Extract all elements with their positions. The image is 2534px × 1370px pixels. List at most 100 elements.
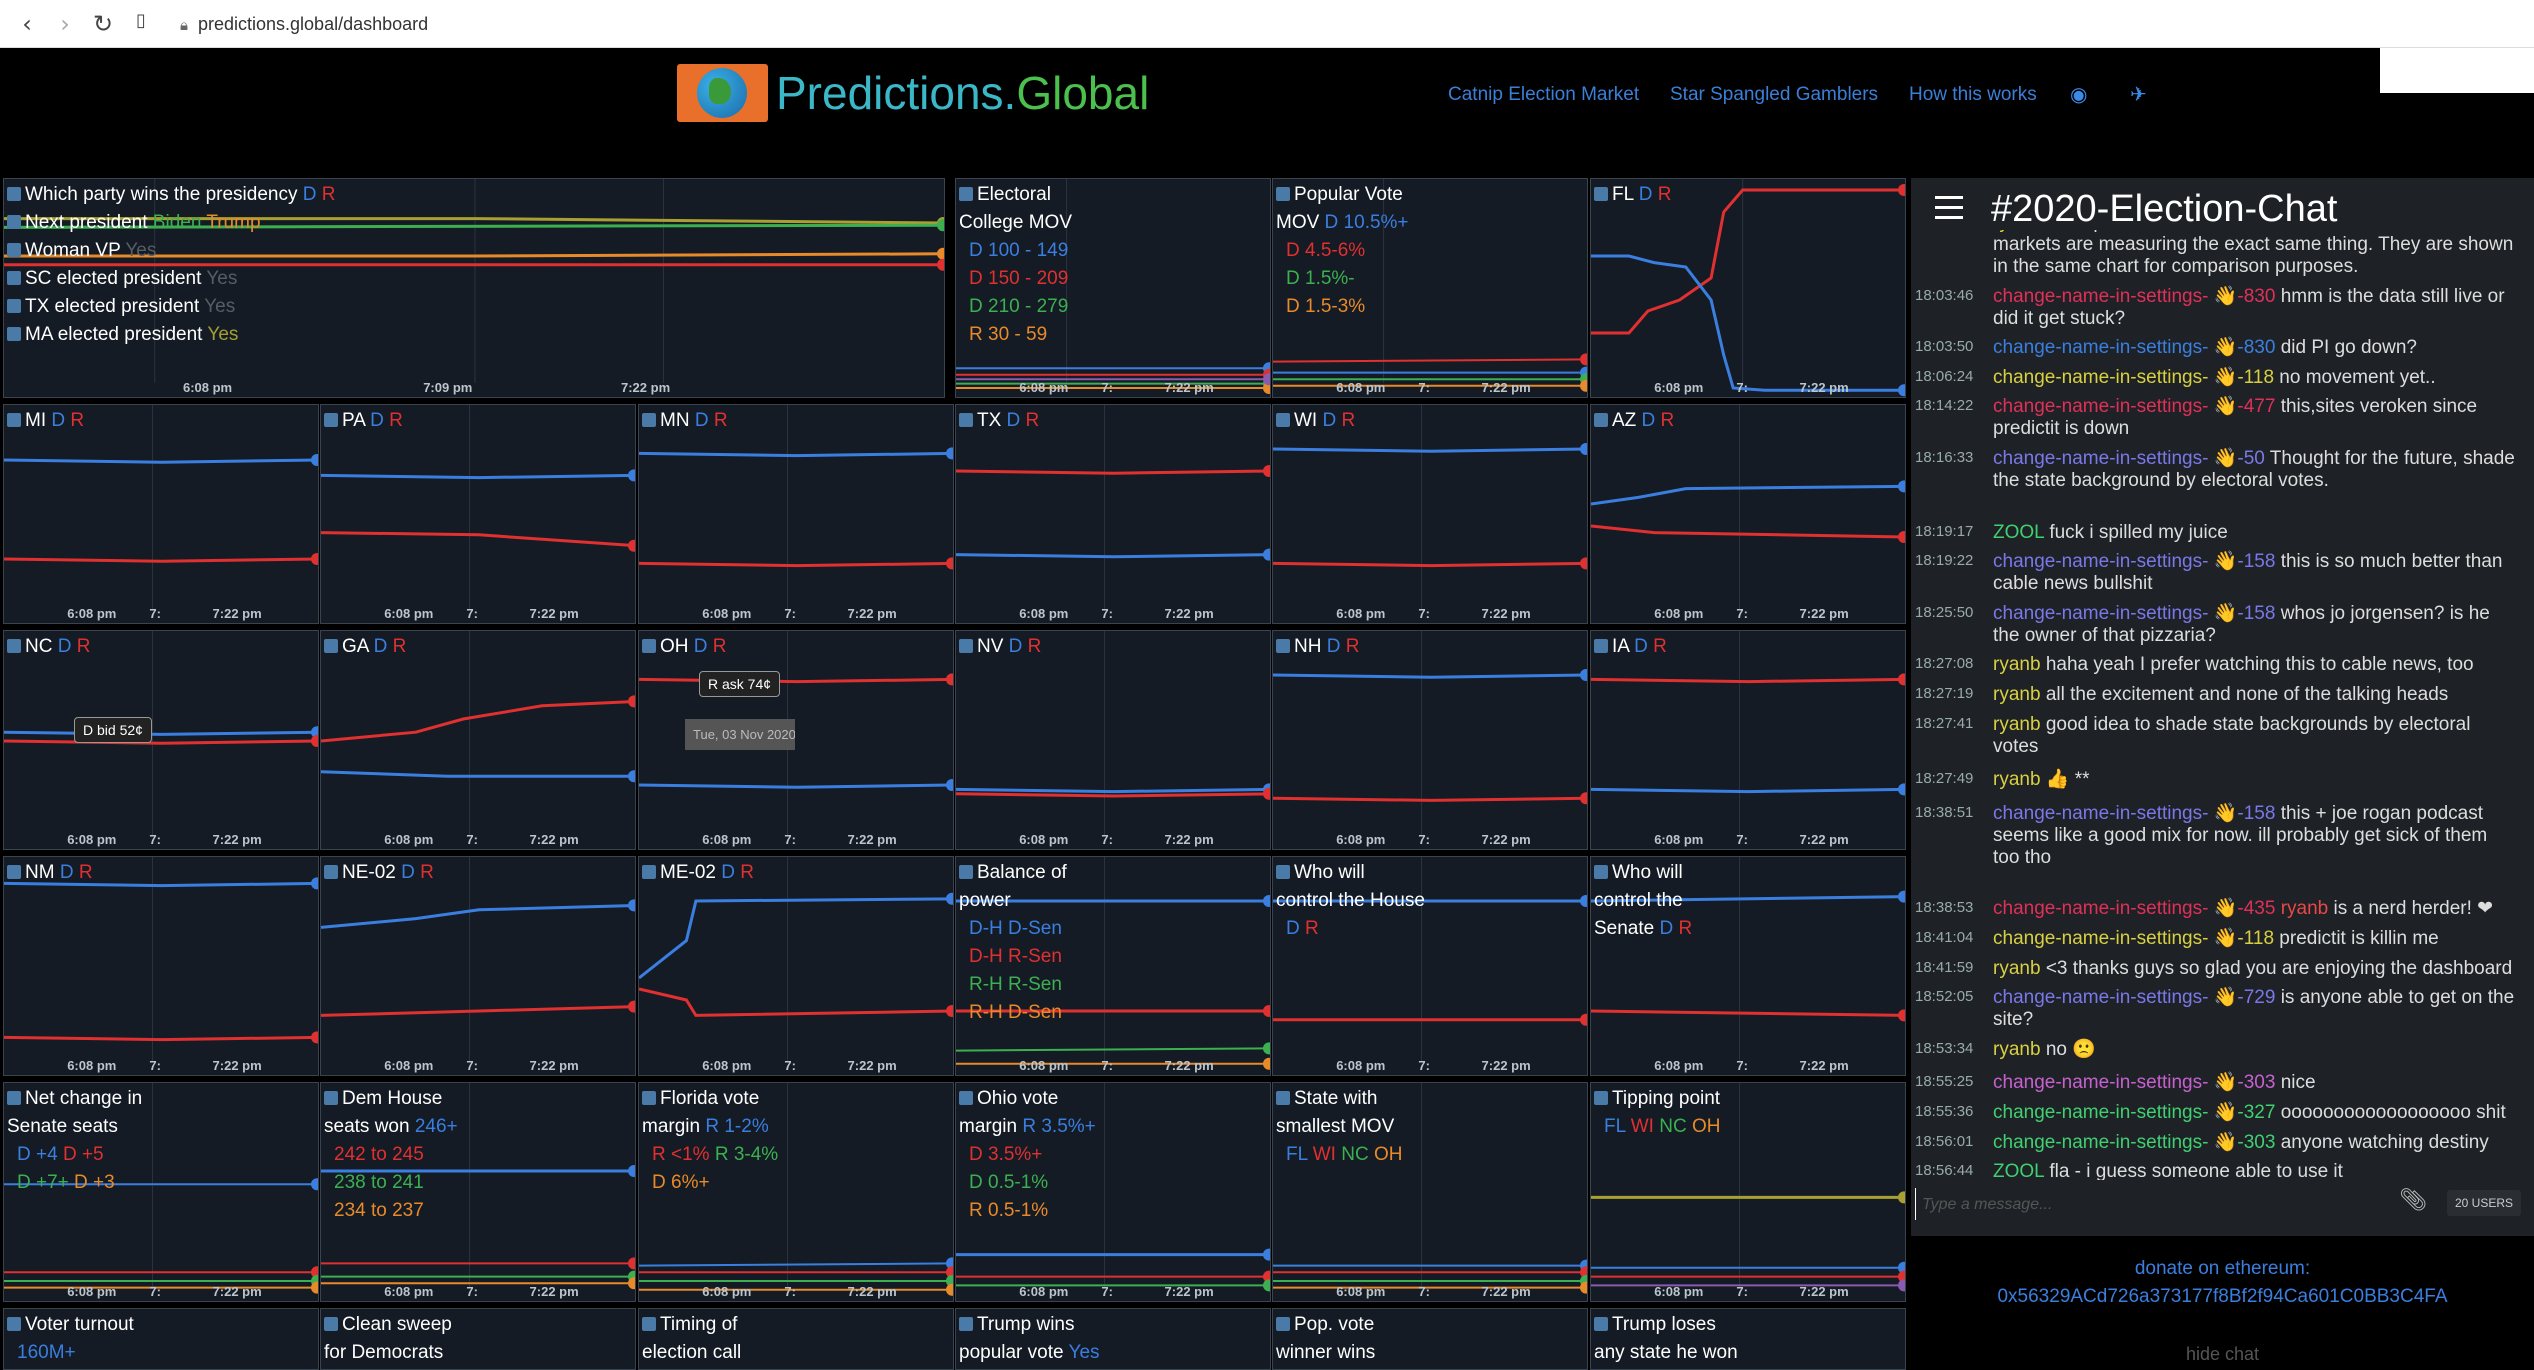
wave-icon: 👋 (2208, 898, 2238, 920)
chat-message: 18:19:22 change-name-in-settings- 👋-158 t… (1915, 551, 2515, 595)
market-icon (324, 639, 338, 653)
market-name: power (959, 890, 1011, 911)
series-endpoint (1898, 783, 1905, 796)
message-username[interactable]: ryanb (1993, 654, 2041, 675)
message-username[interactable]: change-name-in-settings- (1993, 1132, 2208, 1153)
tile-tipping-point[interactable]: Tipping point FL WI NC OH 6:08 pm 7: 7:22 pm (1590, 1082, 1906, 1302)
tile-state-me-02[interactable]: ME-02 D R 6:08 pm 7: 7:22 pm (638, 856, 954, 1076)
discord-icon[interactable]: ◉ (2070, 82, 2087, 106)
message-username[interactable]: change-name-in-settings- (1993, 1102, 2208, 1123)
series-endpoint (628, 539, 635, 552)
nav-link-how-this-works[interactable]: How this works (1909, 84, 2037, 106)
forward-icon[interactable]: › (50, 10, 80, 38)
tile-state-pa[interactable]: PA D R 6:08 pm 7: 7:22 pm (320, 404, 636, 624)
attachment-icon[interactable]: 📎︎ (2399, 1188, 2427, 1213)
x-tick-label: 7: (1418, 1284, 1430, 1299)
message-username[interactable]: change-name-in-settings- (1993, 337, 2208, 358)
tile-electoral-college-mov[interactable]: Electoral College MOV D 100 - 149 D 150 -… (955, 178, 1271, 398)
tile-control-house[interactable]: Who will control the House D R 6:08 pm 7: 7:… (1272, 856, 1588, 1076)
tile-state-ga[interactable]: GA D R 6:08 pm 7: 7:22 pm (320, 630, 636, 850)
tile-clean-sweep[interactable]: Clean sweep for Democrats (320, 1308, 636, 1370)
tile-smallest-mov[interactable]: State with smallest MOV FL WI NC OH 6:08 pm… (1272, 1082, 1588, 1302)
message-username[interactable]: change-name-in-settings- (1993, 1072, 2208, 1093)
tile-state-nm[interactable]: NM D R 6:08 pm 7: 7:22 pm (3, 856, 319, 1076)
tile-balance-of-power[interactable]: Balance of power D-H D-Sen D-H R-Sen R-H R-S… (955, 856, 1271, 1076)
chart-plot (1591, 179, 1905, 397)
message-username[interactable]: change-name-in-settings- (1993, 367, 2208, 388)
chat-log[interactable]: ryanb the top-left chart has six markets… (1911, 230, 2534, 1180)
reload-icon[interactable]: ↻ (88, 10, 118, 38)
tile-state-mi[interactable]: MI D R 6:08 pm 7: 7:22 pm (3, 404, 319, 624)
message-username[interactable]: ZOOL (1993, 1161, 2044, 1180)
hide-chat-button[interactable]: hide chat (1911, 1344, 2534, 1365)
series-endpoint (946, 673, 953, 686)
series-endpoint (1580, 443, 1587, 455)
bookmark-icon[interactable]: ▯ (126, 10, 156, 31)
message-username[interactable]: ZOOL (1993, 522, 2044, 543)
tile-trump-popular-vote[interactable]: Trump wins popular vote Yes (955, 1308, 1271, 1370)
message-username[interactable]: change-name-in-settings- (1993, 803, 2208, 824)
tile-state-ne-02[interactable]: NE-02 D R 6:08 pm 7: 7:22 pm (320, 856, 636, 1076)
message-username[interactable]: change-name-in-settings- (1993, 928, 2208, 949)
x-tick-label: 7: (1418, 380, 1430, 395)
series-line (1273, 796, 1587, 802)
globe-logo-icon[interactable] (677, 64, 768, 122)
tile-state-fl[interactable]: FL D R 6:08 pm 7: 7:22 pm (1590, 178, 1906, 398)
tile-voter-turnout[interactable]: Voter turnout 160M+ (3, 1308, 319, 1370)
tile-florida-margin[interactable]: Florida vote margin R 1-2% R <1% R 3-4% D 6… (638, 1082, 954, 1302)
x-tick-label: 7:22 pm (212, 1284, 262, 1299)
address-bar[interactable]: 🔒︎ predictions.global/dashboard (180, 10, 1580, 38)
tile-state-oh[interactable]: OH D R R ask 74¢ Tue, 03 Nov 2020 6:08 pm 7:… (638, 630, 954, 850)
message-username[interactable]: change-name-in-settings- (1993, 396, 2208, 417)
message-username[interactable]: change-name-in-settings- (1993, 286, 2208, 307)
market-icon (1594, 413, 1608, 427)
site-logo[interactable]: Predictions.Global (776, 66, 1149, 120)
x-tick-label: 7:22 pm (1481, 1284, 1531, 1299)
message-username[interactable]: ryanb (1993, 714, 2041, 735)
message-username[interactable]: change-name-in-settings- (1993, 448, 2208, 469)
hamburger-menu-icon[interactable] (1935, 192, 1963, 220)
tile-state-wi[interactable]: WI D R 6:08 pm 7: 7:22 pm (1272, 404, 1588, 624)
legend-dem: D (689, 410, 709, 431)
message-username[interactable]: ryanb (1993, 958, 2041, 979)
user-count-badge[interactable]: 20 USERS (2447, 1190, 2522, 1216)
x-tick-label: 6:08 pm (1019, 832, 1069, 847)
tile-dem-house-seats[interactable]: Dem House seats won 246+ 242 to 245 238 to … (320, 1082, 636, 1302)
series-endpoint (1580, 353, 1587, 366)
tile-popular-vote-mov[interactable]: Popular Vote MOV D 10.5%+ D 4.5-6% D 1.5%… (1272, 178, 1588, 398)
tile-state-ia[interactable]: IA D R 6:08 pm 7: 7:22 pm (1590, 630, 1906, 850)
back-icon[interactable]: ‹ (12, 10, 42, 38)
nav-link-catnip[interactable]: Catnip Election Market (1448, 84, 1639, 106)
tile-state-nc[interactable]: NC D R D bid 52¢ 6:08 pm 7: 7:22 pm (3, 630, 319, 850)
tile-state-mn[interactable]: MN D R 6:08 pm 7: 7:22 pm (638, 404, 954, 624)
tile-control-senate[interactable]: Who will control the Senate D R 6:08 pm 7: 7:… (1590, 856, 1906, 1076)
user-score: -118 (2237, 366, 2275, 388)
tile-trump-loses-state[interactable]: Trump loses any state he won (1590, 1308, 1906, 1370)
tile-state-nv[interactable]: NV D R 6:08 pm 7: 7:22 pm (955, 630, 1271, 850)
market-name: Tipping point (1612, 1088, 1721, 1109)
message-username[interactable]: change-name-in-settings- (1993, 603, 2208, 624)
twitter-icon[interactable]: ✈ (2130, 82, 2147, 106)
tile-net-change-senate[interactable]: Net change in Senate seats D +4 D +5 D +7+ … (3, 1082, 319, 1302)
message-username[interactable]: change-name-in-settings- (1993, 898, 2208, 919)
message-username[interactable]: ryanb (1993, 1039, 2041, 1060)
chat-message-input[interactable]: Type a message... (1915, 1188, 2355, 1220)
message-username[interactable]: change-name-in-settings- (1993, 987, 2208, 1008)
tile-state-tx[interactable]: TX D R 6:08 pm 7: 7:22 pm (955, 404, 1271, 624)
tile-state-nh[interactable]: NH D R 6:08 pm 7: 7:22 pm (1272, 630, 1588, 850)
nav-link-star-spangled[interactable]: Star Spangled Gamblers (1670, 84, 1878, 106)
x-tick-label: 7: (1101, 832, 1113, 847)
message-username[interactable]: ryanb (1993, 230, 2041, 233)
tile-state-az[interactable]: AZ D R 6:08 pm 7: 7:22 pm (1590, 404, 1906, 624)
x-tick-label: 6:08 pm (702, 606, 752, 621)
tile-presidency[interactable]: Which party wins the presidency D R Next … (3, 178, 945, 398)
donate-address[interactable]: 0x56329ACd726a373177f8Bf2f94Ca601C0BB3C4… (1911, 1286, 2534, 1308)
chart-plot (321, 857, 635, 1061)
tile-timing-of-call[interactable]: Timing of election call (638, 1308, 954, 1370)
tile-pop-vote-winner[interactable]: Pop. vote winner wins (1272, 1308, 1588, 1370)
message-username[interactable]: ryanb (1993, 684, 2041, 705)
x-tick-label: 7: (1418, 606, 1430, 621)
message-username[interactable]: change-name-in-settings- (1993, 551, 2208, 572)
tile-ohio-margin[interactable]: Ohio vote margin R 3.5%+ D 3.5%+ D 0.5-1% R … (955, 1082, 1271, 1302)
message-username[interactable]: ryanb (1993, 769, 2041, 790)
